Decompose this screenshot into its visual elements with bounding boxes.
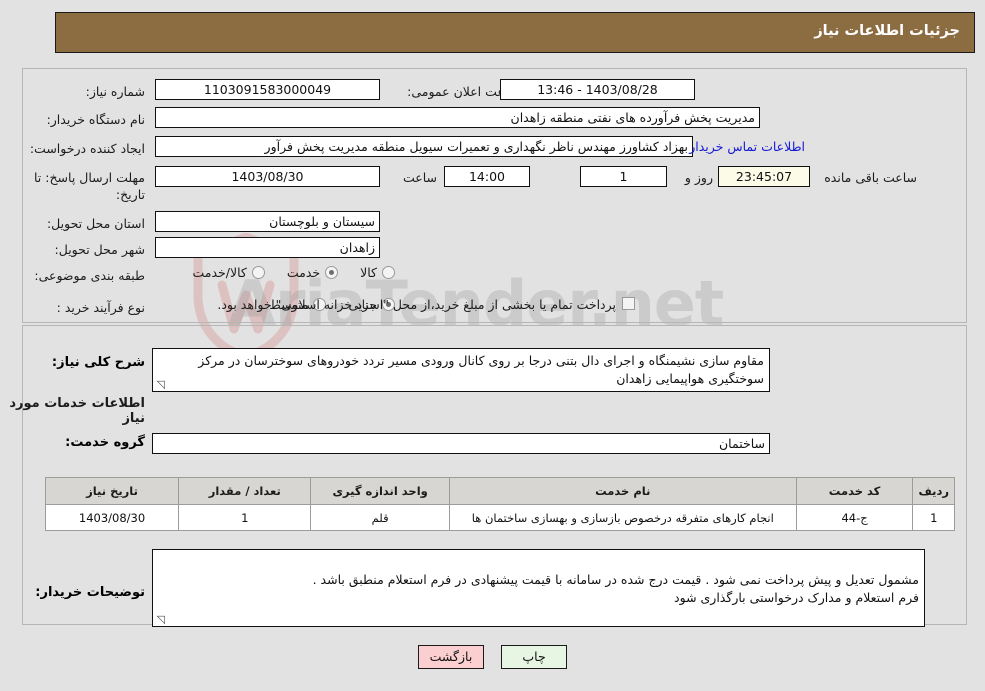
category-option-kala-khedmat-label: کالا/خدمت — [192, 265, 247, 280]
th-need-date: تاریخ نیاز — [44, 477, 180, 505]
general-desc-value[interactable]: مقاوم سازی نشیمنگاه و اجرای دال بتنی درج… — [152, 348, 770, 392]
need-number-label: شماره نیاز: — [85, 84, 145, 99]
td-unit: قلم — [310, 504, 450, 531]
th-row-no: ردیف — [912, 477, 955, 505]
province-label: استان محل تحویل: — [46, 216, 145, 231]
th-unit: واحد اندازه گیری — [310, 477, 450, 505]
islamic-treasury-checkbox[interactable] — [622, 297, 635, 310]
category-option-kala-khedmat[interactable]: کالا/خدمت — [192, 265, 265, 280]
td-need-date: 1403/08/30 — [44, 504, 180, 531]
resize-grip-icon[interactable]: ◹ — [155, 379, 165, 390]
radio-kala-icon[interactable] — [382, 266, 395, 279]
general-desc-label: شرح کلی نیاز: — [51, 355, 145, 370]
radio-kala-khedmat-icon[interactable] — [251, 266, 265, 279]
deadline-countdown-suffix: ساعت باقی مانده — [824, 170, 917, 185]
purchase-type-label: نوع فرآیند خرید : — [56, 300, 145, 315]
province-value: سیستان و بلوچستان — [155, 211, 380, 232]
td-row-no: 1 — [912, 504, 955, 531]
service-group-label: گروه خدمت: — [65, 435, 145, 450]
category-option-kala[interactable]: کالا — [360, 265, 395, 280]
buyer-notes-resize-grip-icon[interactable]: ◹ — [155, 614, 165, 625]
requester-label: ایجاد کننده درخواست: — [29, 141, 145, 156]
deadline-countdown-value: 23:45:07 — [718, 166, 810, 187]
buyer-org-value: مدیریت پخش فرآورده های نفتی منطقه زاهدان — [155, 107, 760, 128]
back-button[interactable]: بازگشت — [417, 645, 484, 669]
category-option-khedmat-label: خدمت — [286, 265, 321, 280]
city-label: شهر محل تحویل: — [54, 242, 145, 257]
buyer-org-label: نام دستگاه خریدار: — [46, 112, 145, 127]
buyer-contact-link[interactable]: اطلاعات تماس خریدار — [689, 136, 805, 154]
islamic-treasury-checkbox-label: پرداخت تمام یا بخشی از مبلغ خرید،از محل … — [217, 297, 616, 312]
td-service-code: ج-44 — [795, 504, 914, 531]
general-desc-text: مقاوم سازی نشیمنگاه و اجرای دال بتنی درج… — [198, 353, 764, 386]
buyer-notes-label: توضیحات خریدار: — [35, 585, 145, 600]
category-option-khedmat[interactable]: خدمت — [286, 265, 339, 280]
print-button[interactable]: چاپ — [501, 645, 568, 669]
td-quantity: 1 — [178, 504, 312, 531]
deadline-date-value: 1403/08/30 — [155, 166, 380, 187]
th-quantity: تعداد / مقدار — [178, 477, 312, 505]
td-service-name: انجام کارهای متفرقه درخصوص بازسازی و بهس… — [448, 504, 797, 531]
requester-value: بهزاد کشاورز مهندس ناظر نگهداری و تعمیرا… — [155, 136, 693, 157]
deadline-label: مهلت ارسال پاسخ: تا تاریخ: — [34, 170, 145, 202]
th-service-name: نام خدمت — [448, 477, 797, 505]
deadline-days-suffix: روز و — [684, 170, 713, 185]
buyer-notes-text: مشمول تعدیل و پیش پرداخت نمی شود . قیمت … — [312, 572, 919, 605]
services-table: ردیف کد خدمت نام خدمت واحد اندازه گیری ت… — [44, 477, 955, 531]
city-value: زاهدان — [155, 237, 380, 258]
deadline-time-value: 14:00 — [444, 166, 530, 187]
deadline-time-label: ساعت — [402, 170, 437, 185]
action-buttons: بازگشت چاپ — [0, 645, 985, 669]
table-row: 1 ج-44 انجام کارهای متفرقه درخصوص بازساز… — [44, 504, 955, 531]
title-bar: جزئیات اطلاعات نیاز — [55, 12, 975, 53]
table-header-row: ردیف کد خدمت نام خدمت واحد اندازه گیری ت… — [44, 477, 955, 505]
need-number-value: 1103091583000049 — [155, 79, 380, 100]
th-service-code: کد خدمت — [795, 477, 914, 505]
deadline-days-value: 1 — [580, 166, 667, 187]
buyer-notes-value[interactable]: مشمول تعدیل و پیش پرداخت نمی شود . قیمت … — [152, 549, 925, 627]
announce-datetime-value: 1403/08/28 - 13:46 — [500, 79, 695, 100]
radio-khedmat-icon[interactable] — [325, 266, 339, 279]
services-section-title: اطلاعات خدمات مورد نیاز — [9, 396, 145, 426]
page-title: جزئیات اطلاعات نیاز — [814, 23, 960, 39]
category-label: طبقه بندی موضوعی: — [34, 268, 145, 283]
service-group-value: ساختمان — [152, 433, 770, 454]
category-option-kala-label: کالا — [360, 265, 377, 280]
page-root: AriaTender.net جزئیات اطلاعات نیاز شماره… — [0, 0, 985, 691]
